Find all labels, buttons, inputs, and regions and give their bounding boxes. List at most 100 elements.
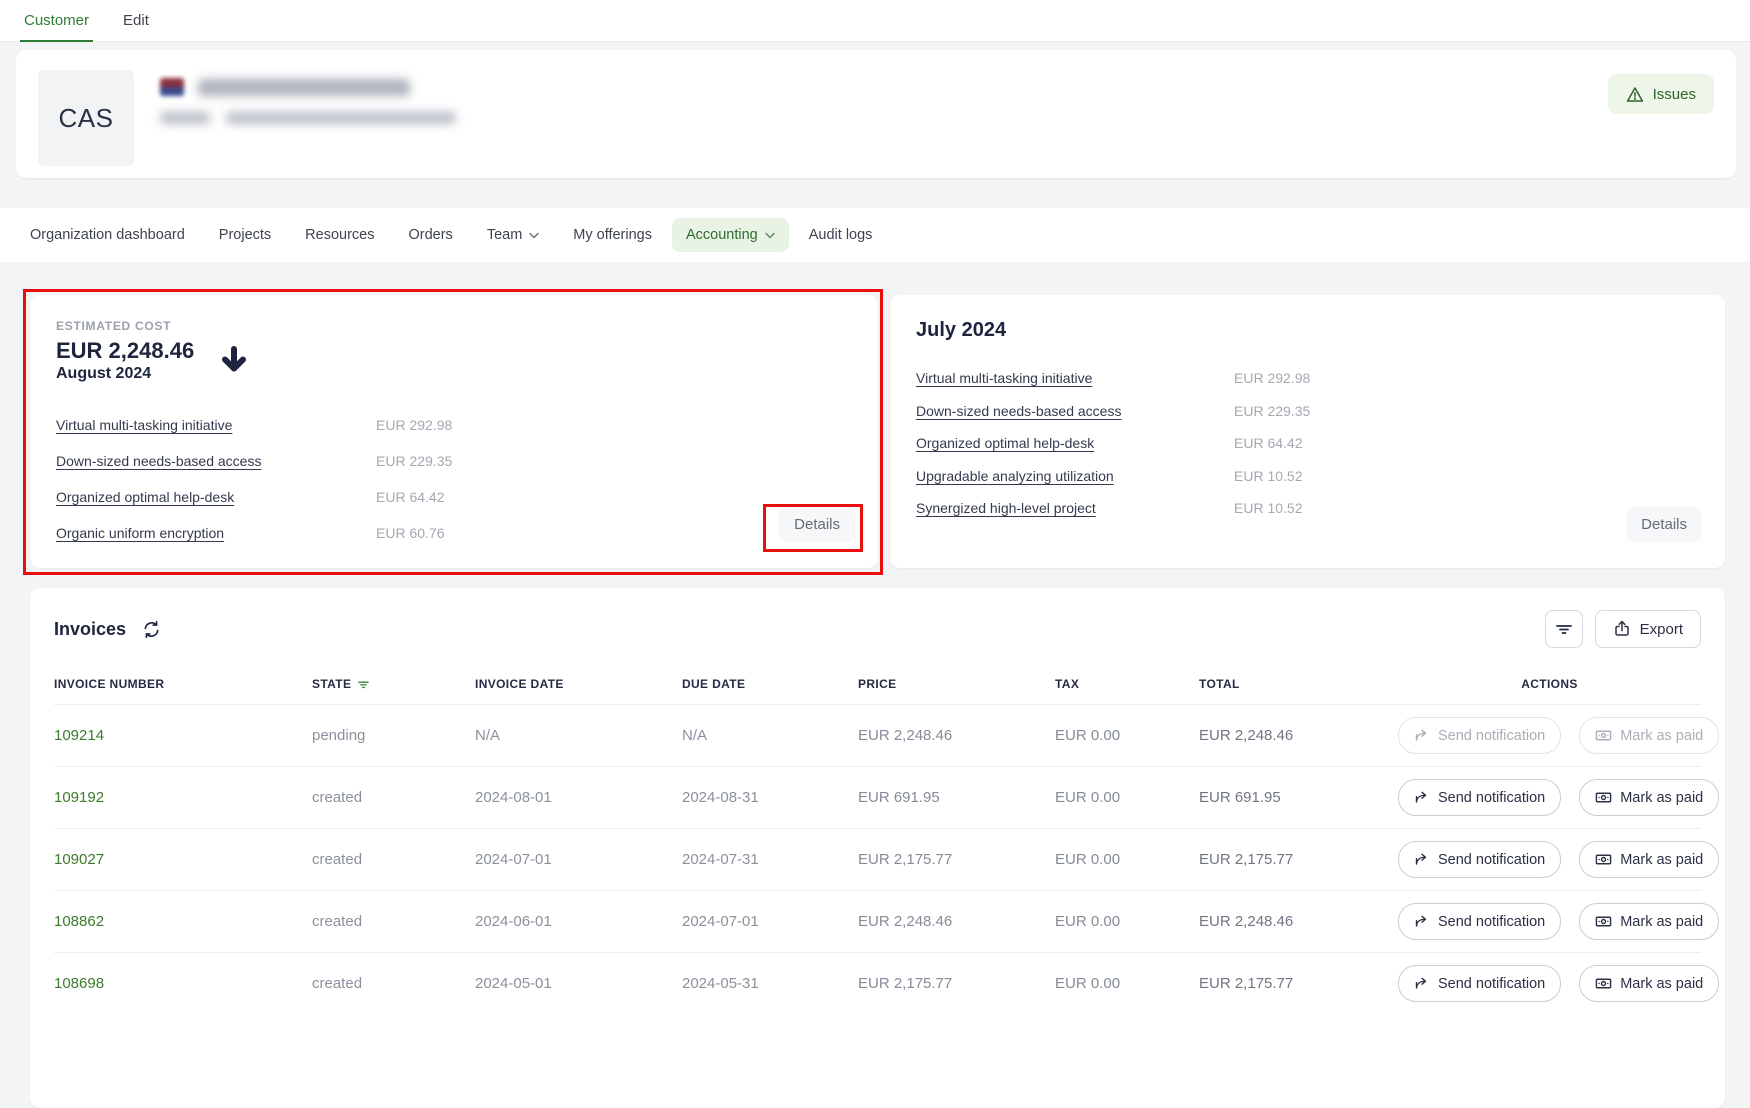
july-2024-panel: July 2024 Virtual multi-tasking initiati… <box>890 295 1725 568</box>
mark-as-paid-button[interactable]: Mark as paid <box>1579 903 1719 940</box>
send-icon <box>1414 790 1430 806</box>
nav-item-orders[interactable]: Orders <box>394 218 466 252</box>
mark-as-paid-button[interactable]: Mark as paid <box>1579 841 1719 878</box>
cost-item-link[interactable]: Organic uniform encryption <box>56 525 224 541</box>
organization-nav: Organization dashboard Projects Resource… <box>0 208 1750 262</box>
invoice-total: EUR 2,175.77 <box>1199 975 1398 992</box>
cost-item-value: EUR 64.42 <box>1234 435 1699 451</box>
invoice-total: EUR 2,175.77 <box>1199 851 1398 868</box>
nav-item-organization-dashboard[interactable]: Organization dashboard <box>16 218 199 252</box>
invoice-total: EUR 691.95 <box>1199 789 1398 806</box>
banknote-icon <box>1595 851 1612 868</box>
customer-id-redacted <box>160 112 210 124</box>
cost-item-value: EUR 64.42 <box>376 489 852 505</box>
chevron-down-icon <box>765 232 775 239</box>
col-invoice-date: INVOICE DATE <box>475 677 682 691</box>
cost-item-link[interactable]: Organized optimal help-desk <box>56 489 234 505</box>
cost-item-value: EUR 292.98 <box>376 417 852 433</box>
chevron-down-icon <box>529 232 539 239</box>
invoice-number-link[interactable]: 108862 <box>54 913 312 930</box>
cost-item-link[interactable]: Down-sized needs-based access <box>56 453 261 469</box>
mark-as-paid-button[interactable]: Mark as paid <box>1579 717 1719 754</box>
invoice-tax: EUR 0.00 <box>1055 727 1199 744</box>
nav-item-accounting[interactable]: Accounting <box>672 218 789 252</box>
send-notification-button[interactable]: Send notification <box>1398 717 1561 754</box>
tab-customer[interactable]: Customer <box>20 0 93 42</box>
mark-as-paid-button[interactable]: Mark as paid <box>1579 779 1719 816</box>
filter-icon <box>1554 619 1574 639</box>
mark-as-paid-button[interactable]: Mark as paid <box>1579 965 1719 1002</box>
warning-triangle-icon <box>1626 86 1644 103</box>
filter-button[interactable] <box>1545 610 1583 648</box>
estimated-cost-amount: EUR 2,248.46 <box>56 337 194 365</box>
invoices-table-header: INVOICE NUMBER STATE INVOICE DATE DUE DA… <box>54 664 1701 704</box>
july-details-button[interactable]: Details <box>1626 507 1702 542</box>
invoice-number-link[interactable]: 109192 <box>54 789 312 806</box>
col-invoice-number: INVOICE NUMBER <box>54 677 312 691</box>
invoice-tax: EUR 0.00 <box>1055 789 1199 806</box>
customer-info <box>160 70 456 124</box>
tab-edit[interactable]: Edit <box>119 0 153 42</box>
invoice-price: EUR 2,175.77 <box>858 851 1055 868</box>
nav-item-projects[interactable]: Projects <box>205 218 285 252</box>
banknote-icon <box>1595 975 1612 992</box>
invoices-card: Invoices <box>30 588 1725 1108</box>
invoice-number-link[interactable]: 108698 <box>54 975 312 992</box>
refresh-icon <box>142 620 161 639</box>
invoice-tax: EUR 0.00 <box>1055 851 1199 868</box>
cost-item-row: Down-sized needs-based access EUR 229.35 <box>916 395 1699 428</box>
invoice-due-date: 2024-05-31 <box>682 975 858 992</box>
invoice-due-date: 2024-07-31 <box>682 851 858 868</box>
cost-item-row: Organic uniform encryption EUR 60.76 <box>56 515 852 551</box>
cost-item-link[interactable]: Virtual multi-tasking initiative <box>56 417 232 433</box>
invoices-table: INVOICE NUMBER STATE INVOICE DATE DUE DA… <box>30 664 1725 1014</box>
cost-item-link[interactable]: Synergized high-level project <box>916 500 1096 516</box>
issues-button-label: Issues <box>1653 86 1696 103</box>
customer-name-redacted <box>198 79 410 96</box>
invoice-state: pending <box>312 727 475 744</box>
customer-header-card: CAS Issues <box>16 50 1736 178</box>
refresh-button[interactable] <box>140 618 163 641</box>
nav-item-audit-logs[interactable]: Audit logs <box>795 218 887 252</box>
col-price: PRICE <box>858 677 1055 691</box>
invoice-number-link[interactable]: 109214 <box>54 727 312 744</box>
banknote-icon <box>1595 727 1612 744</box>
send-notification-button[interactable]: Send notification <box>1398 903 1561 940</box>
col-state[interactable]: STATE <box>312 677 475 691</box>
invoices-title: Invoices <box>54 619 126 640</box>
estimated-cost-details-button[interactable]: Details <box>779 507 855 542</box>
state-filter-icon[interactable] <box>357 678 370 691</box>
nav-item-team[interactable]: Team <box>473 218 553 252</box>
invoice-date: 2024-07-01 <box>475 851 682 868</box>
send-notification-button[interactable]: Send notification <box>1398 779 1561 816</box>
page-tabbar: Customer Edit <box>0 0 1750 42</box>
col-due-date: DUE DATE <box>682 677 858 691</box>
send-icon <box>1414 976 1430 992</box>
cost-item-link[interactable]: Virtual multi-tasking initiative <box>916 370 1092 386</box>
invoice-tax: EUR 0.00 <box>1055 913 1199 930</box>
invoice-price: EUR 691.95 <box>858 789 1055 806</box>
send-notification-button[interactable]: Send notification <box>1398 841 1561 878</box>
export-button[interactable]: Export <box>1595 610 1701 648</box>
invoice-row: 108698 created 2024-05-01 2024-05-31 EUR… <box>54 952 1701 1014</box>
export-button-label: Export <box>1640 621 1683 638</box>
nav-item-my-offerings[interactable]: My offerings <box>559 218 666 252</box>
cost-item-value: EUR 10.52 <box>1234 468 1699 484</box>
cost-item-link[interactable]: Upgradable analyzing utilization <box>916 468 1114 484</box>
cost-item-link[interactable]: Down-sized needs-based access <box>916 403 1121 419</box>
issues-button[interactable]: Issues <box>1608 74 1714 114</box>
invoice-state: created <box>312 913 475 930</box>
col-actions: ACTIONS <box>1398 677 1701 691</box>
cost-item-value: EUR 292.98 <box>1234 370 1699 386</box>
export-icon <box>1613 620 1631 638</box>
invoice-number-link[interactable]: 109027 <box>54 851 312 868</box>
invoice-due-date: 2024-07-01 <box>682 913 858 930</box>
customer-email-redacted <box>226 112 456 124</box>
invoice-date: 2024-08-01 <box>475 789 682 806</box>
invoice-total: EUR 2,248.46 <box>1199 913 1398 930</box>
cost-item-row: Organized optimal help-desk EUR 64.42 <box>56 479 852 515</box>
cost-item-link[interactable]: Organized optimal help-desk <box>916 435 1094 451</box>
nav-item-resources[interactable]: Resources <box>291 218 388 252</box>
cost-item-row: Down-sized needs-based access EUR 229.35 <box>56 443 852 479</box>
send-notification-button[interactable]: Send notification <box>1398 965 1561 1002</box>
